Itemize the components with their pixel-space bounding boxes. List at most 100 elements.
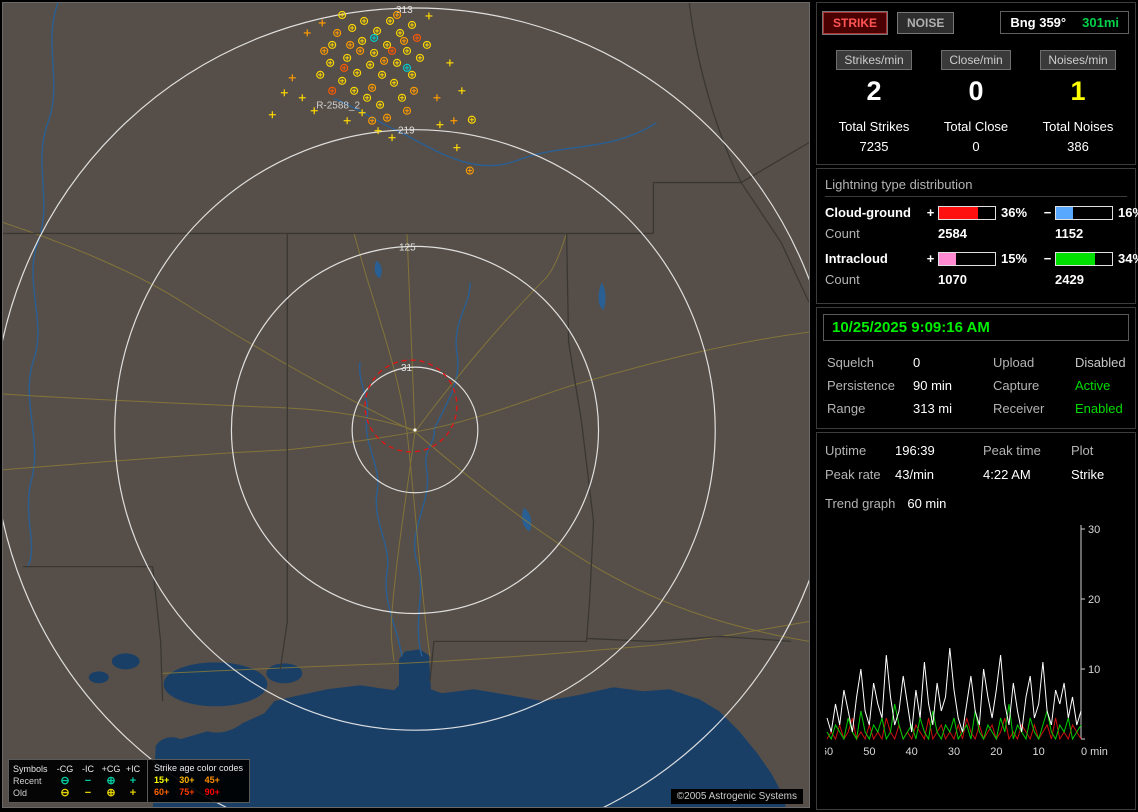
legend-col-neg-ic: -IC bbox=[82, 764, 94, 774]
svg-text:10: 10 bbox=[1088, 664, 1100, 676]
legend-recent-label: Recent bbox=[13, 776, 42, 786]
recent-pos-cg-icon: ⊕ bbox=[106, 775, 116, 787]
svg-text:10: 10 bbox=[1033, 746, 1045, 758]
age-code-45: 45+ bbox=[204, 775, 220, 785]
old-neg-ic-icon: − bbox=[84, 787, 92, 799]
bearing-value: Bng 359° bbox=[1010, 15, 1067, 30]
persistence-value: 90 min bbox=[913, 378, 953, 393]
close-per-min-button[interactable]: Close/min bbox=[941, 50, 1011, 70]
cg-negative-pct: 16% bbox=[1118, 205, 1138, 220]
upload-value: Disabled bbox=[1075, 355, 1126, 370]
squelch-label: Squelch bbox=[827, 355, 874, 370]
noise-mode-button[interactable]: NOISE bbox=[897, 11, 955, 34]
ic-positive-pct: 15% bbox=[1001, 251, 1028, 266]
capture-value: Active bbox=[1075, 378, 1111, 393]
upload-label: Upload bbox=[993, 355, 1035, 370]
strikes-per-min-value: 2 bbox=[866, 76, 882, 106]
legend-col-neg-cg: -CG bbox=[56, 764, 74, 774]
range-value: 313 mi bbox=[913, 401, 953, 416]
svg-text:60: 60 bbox=[825, 746, 833, 758]
ic-negative-pct: 34% bbox=[1118, 251, 1138, 266]
recent-pos-ic-icon: + bbox=[129, 775, 137, 787]
peak-rate-label: Peak rate bbox=[825, 467, 881, 482]
persistence-label: Persistence bbox=[827, 378, 895, 393]
distribution-title: Lightning type distribution bbox=[825, 177, 1127, 197]
cg-positive-pct: 36% bbox=[1001, 205, 1028, 220]
ic-minus-sign: − bbox=[1043, 251, 1052, 266]
ic-negative-count: 2429 bbox=[1055, 272, 1084, 287]
age-code-90: 90+ bbox=[204, 787, 220, 797]
ic-negative-gauge bbox=[1055, 251, 1113, 266]
range-label: Range bbox=[827, 401, 866, 416]
age-code-60: 60+ bbox=[154, 787, 170, 797]
uptime-value: 196:39 bbox=[895, 443, 935, 458]
datetime-display: 10/25/2025 9:09:16 AM bbox=[823, 314, 1129, 341]
cg-negative-count: 1152 bbox=[1055, 226, 1084, 241]
plot-value: Strike bbox=[1071, 467, 1105, 482]
strike-age-title: Strike age color codes bbox=[154, 763, 244, 773]
legend-symbols-header: Symbols bbox=[13, 764, 48, 774]
old-pos-ic-icon: + bbox=[129, 787, 137, 799]
map-canvas: 313 219 125 31 R-2588_2 bbox=[3, 3, 809, 807]
ic-positive-gauge bbox=[938, 251, 996, 266]
cg-minus-sign: − bbox=[1043, 205, 1052, 220]
svg-text:313: 313 bbox=[396, 5, 413, 16]
old-neg-cg-icon: ⊖ bbox=[60, 787, 70, 799]
svg-text:20: 20 bbox=[990, 746, 1002, 758]
cg-negative-gauge bbox=[1055, 205, 1113, 220]
svg-text:40: 40 bbox=[906, 746, 918, 758]
receiver-label: Receiver bbox=[993, 401, 1045, 416]
capture-label: Capture bbox=[993, 378, 1040, 393]
peak-rate-value: 43/min bbox=[895, 467, 935, 482]
close-per-min-value: 0 bbox=[968, 76, 984, 106]
age-code-15: 15+ bbox=[154, 775, 170, 785]
side-panel: STRIKE NOISE Bng 359° 301mi Strikes/min … bbox=[816, 2, 1138, 810]
total-close-label: Total Close bbox=[943, 119, 1009, 134]
svg-text:R-2588_2: R-2588_2 bbox=[316, 101, 360, 112]
svg-text:125: 125 bbox=[399, 242, 416, 253]
total-close-value: 0 bbox=[972, 139, 980, 154]
old-pos-cg-icon: ⊕ bbox=[106, 787, 116, 799]
receiver-value: Enabled bbox=[1075, 401, 1123, 416]
trend-graph-label: Trend graph bbox=[825, 496, 896, 511]
squelch-value: 0 bbox=[913, 355, 921, 370]
cg-plus-sign: + bbox=[926, 205, 935, 220]
svg-text:20: 20 bbox=[1088, 594, 1100, 606]
ic-plus-sign: + bbox=[926, 251, 935, 266]
age-code-75: 75+ bbox=[179, 787, 195, 797]
map-legend: Symbols -CG -IC +CG +IC Recent ⊖ − ⊕ + O… bbox=[8, 759, 251, 803]
strike-mode-button[interactable]: STRIKE bbox=[821, 10, 889, 35]
recent-neg-ic-icon: − bbox=[84, 775, 92, 787]
total-strikes-value: 7235 bbox=[859, 139, 889, 154]
total-noises-value: 386 bbox=[1067, 139, 1089, 154]
trend-window-value: 60 min bbox=[907, 496, 947, 511]
age-code-30: 30+ bbox=[179, 775, 195, 785]
app-window: 313 219 125 31 R-2588_2 Symbols -CG -IC +CG … bbox=[0, 0, 1138, 812]
strikes-per-min-button[interactable]: Strikes/min bbox=[836, 50, 912, 70]
legend-col-pos-ic: +IC bbox=[125, 764, 141, 774]
svg-text:50: 50 bbox=[863, 746, 875, 758]
cg-positive-gauge bbox=[938, 205, 996, 220]
legend-col-pos-cg: +CG bbox=[101, 764, 121, 774]
cloud-ground-label: Cloud-ground bbox=[825, 205, 911, 220]
svg-text:30: 30 bbox=[948, 746, 960, 758]
svg-text:30: 30 bbox=[1088, 524, 1100, 536]
ic-count-label: Count bbox=[825, 272, 860, 287]
noises-per-min-button[interactable]: Noises/min bbox=[1040, 50, 1116, 70]
bearing-range-value: 301mi bbox=[1082, 15, 1119, 30]
cg-count-label: Count bbox=[825, 226, 860, 241]
bearing-range-box: Bng 359° 301mi bbox=[1000, 11, 1129, 34]
peak-time-value: 4:22 AM bbox=[983, 467, 1031, 482]
copyright-label: ©2005 Astrogenic Systems bbox=[670, 789, 803, 804]
plot-label: Plot bbox=[1071, 443, 1094, 458]
trend-panel: Uptime 196:39 Peak time Plot Peak rate 4… bbox=[816, 432, 1136, 810]
recent-neg-cg-icon: ⊖ bbox=[60, 775, 70, 787]
total-noises-label: Total Noises bbox=[1042, 119, 1114, 134]
rates-panel: STRIKE NOISE Bng 359° 301mi Strikes/min … bbox=[816, 2, 1136, 165]
settings-panel: 10/25/2025 9:09:16 AM Squelch 0 Upload D… bbox=[816, 307, 1136, 429]
legend-old-label: Old bbox=[13, 788, 28, 798]
map-view[interactable]: 313 219 125 31 R-2588_2 Symbols -CG -IC +CG … bbox=[2, 2, 810, 808]
ic-positive-count: 1070 bbox=[938, 272, 967, 287]
distribution-panel: Lightning type distribution Cloud-ground… bbox=[816, 168, 1138, 304]
cg-positive-count: 2584 bbox=[938, 226, 967, 241]
